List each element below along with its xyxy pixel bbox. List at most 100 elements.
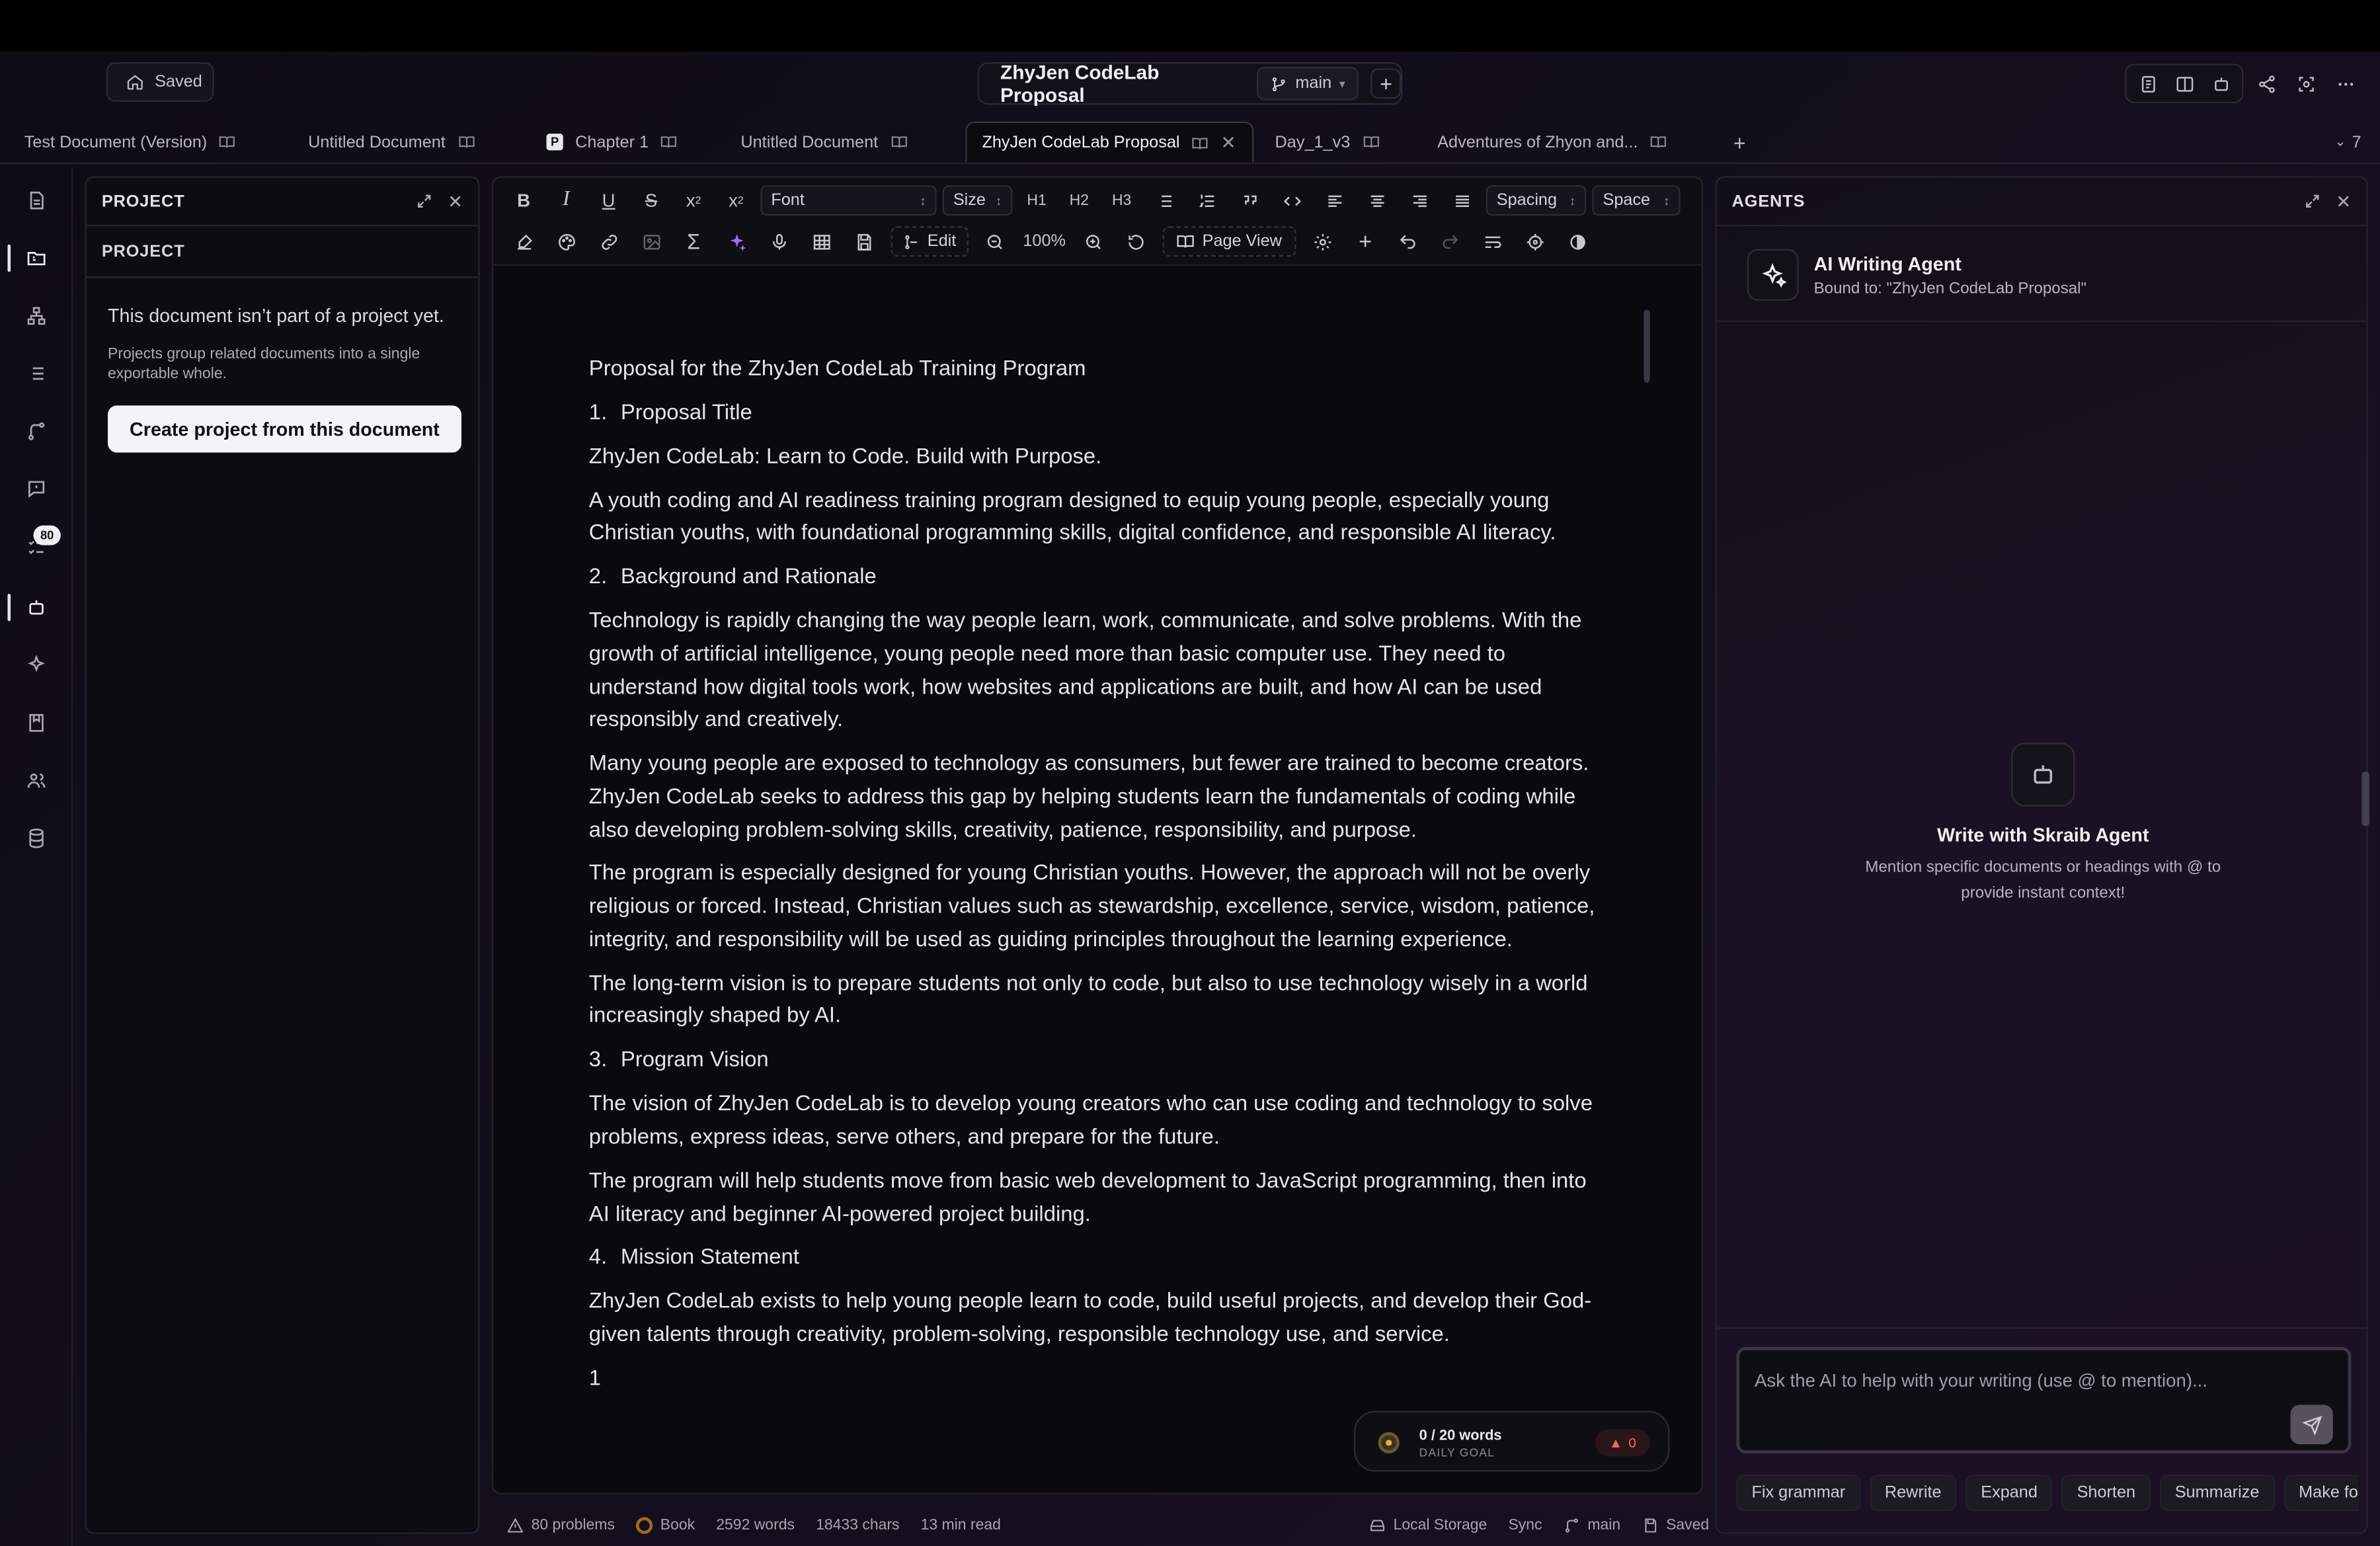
create-project-button[interactable]: Create project from this document [108,405,461,453]
quote-icon[interactable] [1228,183,1270,219]
ai-sparkle-icon[interactable] [715,224,757,260]
share-icon[interactable] [2250,67,2283,101]
word-count: 2592 words [716,1516,795,1533]
saved-button[interactable]: Saved [106,62,214,102]
heading-2-button[interactable]: H2 [1058,183,1100,219]
heading-1-button[interactable]: H1 [1015,183,1058,219]
bold-icon[interactable]: B [502,183,545,219]
italic-icon[interactable]: I [545,183,587,219]
tab-chapter-1[interactable]: P Chapter 1 [532,122,693,163]
superscript-icon[interactable]: x2 [672,183,715,219]
editor-scrollbar[interactable] [1644,309,1650,383]
storage-status[interactable]: Local Storage [1369,1516,1487,1533]
project-folder-icon[interactable] [19,240,55,276]
document-title-pill[interactable]: ZhyJen CodeLab Proposal main ▾ + [977,61,1403,106]
contrast-icon[interactable] [1556,224,1599,260]
spacing-select[interactable]: Spacing ↕ [1486,185,1587,216]
undo-icon[interactable] [1386,224,1429,260]
code-icon[interactable] [1271,183,1313,219]
zoom-in-icon[interactable] [1072,224,1114,260]
sitemap-icon[interactable] [19,298,55,334]
microphone-icon[interactable] [758,224,800,260]
bookmark-book-icon[interactable] [19,705,55,741]
sync-status[interactable]: Sync [1508,1516,1542,1533]
link-icon[interactable] [588,224,630,260]
tab-untitled-1[interactable]: Untitled Document [293,122,489,163]
numbered-list-icon[interactable] [1185,183,1228,219]
heading-3-button[interactable]: H3 [1101,183,1143,219]
users-icon[interactable] [19,762,55,799]
redo-icon[interactable] [1429,224,1472,260]
align-justify-icon[interactable] [1441,183,1483,219]
table-icon[interactable] [800,224,842,260]
outline-list-icon[interactable] [19,355,55,391]
bullet-list-icon[interactable] [1143,183,1185,219]
chat-input[interactable] [1755,1365,2301,1396]
tab-test-document[interactable]: Test Document (Version) [9,122,251,163]
page-view-button[interactable]: Page View [1162,226,1296,257]
database-icon[interactable] [19,820,55,856]
expand-icon[interactable] [416,193,432,210]
bot-view-icon[interactable] [2204,67,2238,101]
subscript-icon[interactable]: x2 [715,183,757,219]
settings-gear-icon[interactable] [1302,224,1344,260]
document-view-icon[interactable] [2131,67,2164,101]
book-mode-status[interactable]: Book [636,1516,695,1533]
insert-plus-icon[interactable]: + [1344,224,1386,260]
book-icon [1363,136,1378,148]
agents-scrollbar[interactable] [2361,771,2369,827]
close-icon[interactable]: ✕ [448,190,463,212]
expand-icon[interactable] [2304,193,2320,210]
save-icon[interactable] [842,224,885,260]
split-view-icon[interactable] [2168,67,2202,101]
sigma-icon[interactable]: Σ [672,224,715,260]
target-icon[interactable] [1514,224,1556,260]
add-tab-button[interactable]: + [1718,122,1761,163]
agent-bot-icon[interactable] [19,589,55,626]
more-icon[interactable] [2328,67,2362,101]
shorten-chip[interactable]: Shorten [2061,1475,2151,1512]
tab-adventures[interactable]: Adventures of Zhyon and... [1422,122,1682,163]
rewrite-chip[interactable]: Rewrite [1869,1475,1957,1512]
size-select[interactable]: Size ↕ [942,185,1013,216]
tabs-overflow-button[interactable]: ⌄ 7 [2319,122,2376,163]
send-button[interactable] [2290,1404,2333,1445]
sparkles-icon[interactable] [19,647,55,683]
space-select[interactable]: Space ↕ [1592,185,1681,216]
problems-status[interactable]: 80 problems [507,1516,615,1533]
fix-grammar-chip[interactable]: Fix grammar [1736,1475,1861,1512]
storage-label: Local Storage [1393,1516,1488,1533]
highlighter-icon[interactable] [502,224,545,260]
tab-untitled-2[interactable]: Untitled Document [725,122,922,163]
branch-status[interactable]: main [1564,1516,1620,1533]
git-branch-icon[interactable] [19,413,55,450]
project-empty-message: This document isn’t part of a project ye… [108,305,444,327]
documents-icon[interactable] [19,183,55,219]
summarize-chip[interactable]: Summarize [2159,1475,2275,1512]
strikethrough-icon[interactable]: S [630,183,672,219]
new-branch-button[interactable]: + [1370,68,1402,99]
focus-mode-icon[interactable] [2289,67,2322,101]
align-left-icon[interactable] [1313,183,1355,219]
make-formal-chip[interactable]: Make form [2283,1475,2359,1512]
daily-goal-widget[interactable]: 0 / 20 words DAILY GOAL ▲ 0 [1353,1410,1670,1472]
close-icon[interactable]: ✕ [2336,190,2351,212]
edit-mode-button[interactable]: Edit [891,226,969,257]
tab-zhyjen-proposal[interactable]: ZhyJen CodeLab Proposal ✕ [965,121,1254,163]
image-icon[interactable] [630,224,672,260]
document-body[interactable]: Proposal for the ZhyJen CodeLab Training… [589,354,1599,1407]
font-select[interactable]: Font ↕ [760,185,937,216]
branch-selector[interactable]: main ▾ [1257,67,1359,101]
close-tab-icon[interactable]: ✕ [1220,132,1236,153]
wrap-text-icon[interactable] [1472,224,1514,260]
tab-day-1[interactable]: Day_1_v3 [1260,122,1394,163]
comment-icon[interactable] [19,471,55,507]
zoom-out-icon[interactable] [974,224,1017,260]
align-center-icon[interactable] [1355,183,1398,219]
reset-zoom-icon[interactable] [1114,224,1156,260]
agent-card[interactable]: AI Writing Agent Bound to: "ZhyJen CodeL… [1716,228,2367,322]
underline-icon[interactable]: U [588,183,630,219]
align-right-icon[interactable] [1398,183,1441,219]
expand-chip[interactable]: Expand [1965,1475,2053,1512]
palette-icon[interactable] [545,224,587,260]
